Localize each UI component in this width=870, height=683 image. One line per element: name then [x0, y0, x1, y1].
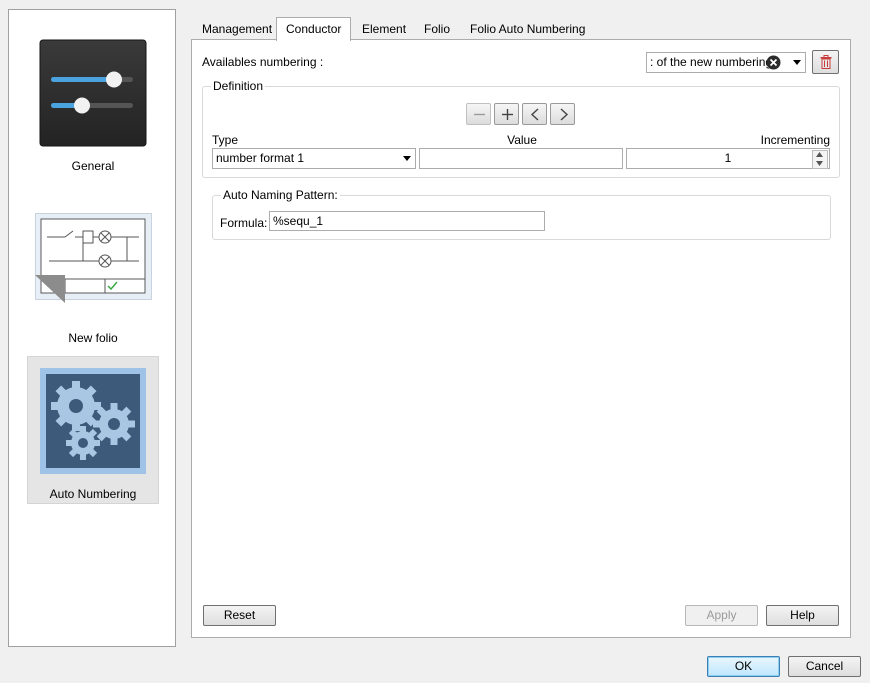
- sidebar-item-label: New folio: [68, 331, 118, 345]
- type-select-value: number format 1: [216, 151, 305, 165]
- type-select[interactable]: number format 1: [212, 148, 416, 169]
- clear-icon[interactable]: [766, 55, 781, 70]
- chevron-down-icon[interactable]: [793, 60, 801, 65]
- formula-input[interactable]: %sequ_1: [269, 211, 545, 231]
- formula-label: Formula:: [220, 216, 268, 230]
- sliders-icon: [39, 39, 147, 147]
- tab-element[interactable]: Element: [353, 18, 415, 39]
- chevron-right-icon: [560, 108, 569, 121]
- availables-numbering-label: Availables numbering :: [202, 55, 324, 69]
- sidebar-item-auto-numbering[interactable]: Auto Numbering: [27, 356, 159, 504]
- sidebar: General New folio Auto Numbering: [8, 9, 176, 647]
- sidebar-item-label: Auto Numbering: [49, 487, 137, 501]
- cancel-button[interactable]: Cancel: [788, 656, 861, 677]
- delete-numbering-button[interactable]: [812, 50, 839, 74]
- value-input[interactable]: [419, 148, 623, 169]
- auto-naming-pattern-title: Auto Naming Pattern:: [221, 188, 340, 202]
- tab-management[interactable]: Management: [193, 18, 281, 39]
- spin-down-icon[interactable]: [816, 161, 823, 166]
- spin-up-icon[interactable]: [816, 152, 823, 157]
- incrementing-value: 1: [724, 151, 732, 165]
- remove-field-button[interactable]: [466, 103, 491, 125]
- value-column-header: Value: [507, 133, 537, 147]
- incrementing-spinbox[interactable]: 1: [626, 148, 830, 169]
- definition-title: Definition: [211, 79, 266, 93]
- numbering-select[interactable]: : of the new numbering: [646, 52, 806, 73]
- help-button[interactable]: Help: [766, 605, 839, 626]
- tab-folio[interactable]: Folio: [415, 18, 459, 39]
- tab-panel-conductor: Availables numbering : : of the new numb…: [191, 39, 851, 638]
- minus-icon: [474, 113, 485, 116]
- numbering-select-value: : of the new numbering: [650, 55, 773, 69]
- ok-button[interactable]: OK: [707, 656, 780, 677]
- add-field-button[interactable]: [494, 103, 519, 125]
- spin-buttons[interactable]: [812, 150, 828, 169]
- tab-conductor[interactable]: Conductor: [276, 17, 352, 41]
- tab-folio-auto-numbering[interactable]: Folio Auto Numbering: [461, 18, 594, 39]
- plus-icon: [502, 109, 513, 120]
- move-left-button[interactable]: [522, 103, 547, 125]
- apply-button[interactable]: Apply: [685, 605, 758, 626]
- sidebar-item-label: General: [71, 159, 115, 173]
- sidebar-item-general[interactable]: General: [27, 37, 159, 173]
- chevron-down-icon[interactable]: [403, 156, 411, 161]
- gears-icon: [40, 368, 146, 474]
- sidebar-item-new-folio[interactable]: New folio: [27, 211, 159, 345]
- reset-button[interactable]: Reset: [203, 605, 276, 626]
- chevron-left-icon: [530, 108, 539, 121]
- trash-icon: [820, 55, 832, 69]
- move-right-button[interactable]: [550, 103, 575, 125]
- type-column-header: Type: [212, 133, 239, 147]
- folio-schematic-icon: [35, 213, 152, 303]
- incrementing-column-header: Incrementing: [760, 133, 830, 147]
